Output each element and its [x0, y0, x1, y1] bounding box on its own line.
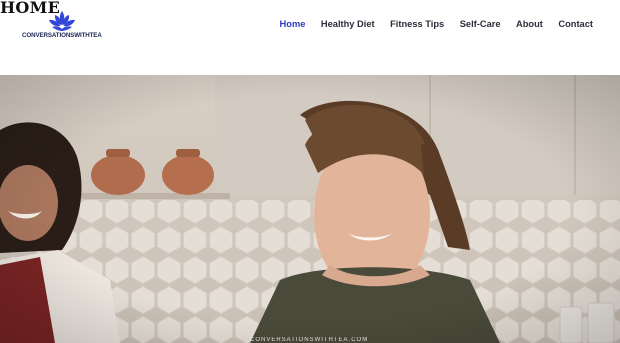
nav-item-contact[interactable]: Contact [543, 18, 593, 31]
nav-item-fitness-tips[interactable]: Fitness Tips [375, 18, 444, 31]
hero-image [0, 75, 620, 343]
site-logo[interactable]: CONVERSATIONSWITHTEA [22, 10, 106, 42]
logo-text: CONVERSATIONSWITHTEA [22, 32, 102, 39]
lotus-icon [46, 10, 78, 32]
site-header: HOME CONVERSATIONSWITHTEA Home Healthy D… [0, 0, 620, 75]
nav-item-self-care[interactable]: Self-Care [444, 18, 501, 31]
nav-item-home[interactable]: Home [264, 18, 306, 31]
nav-item-healthy-diet[interactable]: Healthy Diet [305, 18, 375, 31]
nav-item-about[interactable]: About [501, 18, 543, 31]
main-nav: Home Healthy Diet Fitness Tips Self-Care… [264, 18, 593, 31]
hero-caption: CONVERSATIONSWITHTEA.COM [250, 337, 369, 343]
hero-banner: CONVERSATIONSWITHTEA.COM [0, 75, 620, 343]
